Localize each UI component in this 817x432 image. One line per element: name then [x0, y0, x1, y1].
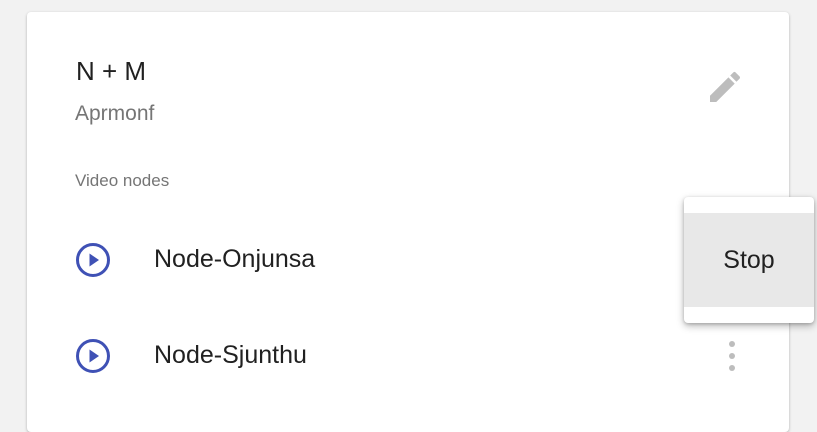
list-item: Node-Sjunthu [27, 324, 789, 384]
play-circle-icon[interactable] [75, 242, 111, 278]
video-nodes-label: Video nodes [75, 171, 170, 190]
node-name: Node-Sjunthu [154, 341, 307, 369]
pencil-icon [710, 71, 741, 102]
node-context-menu: Stop [684, 197, 814, 323]
node-group-card: N + M Aprmonf Video nodes Node-Onjunsa N… [27, 12, 789, 432]
card-title: N + M [76, 56, 147, 86]
list-item: Node-Onjunsa [27, 228, 789, 288]
more-vert-icon [729, 341, 735, 371]
card-subtitle: Aprmonf [75, 102, 155, 125]
play-circle-icon[interactable] [75, 338, 111, 374]
node-name: Node-Onjunsa [154, 245, 316, 273]
edit-button[interactable] [703, 65, 747, 109]
more-options-button[interactable] [717, 336, 747, 376]
menu-item-stop[interactable]: Stop [684, 213, 814, 307]
